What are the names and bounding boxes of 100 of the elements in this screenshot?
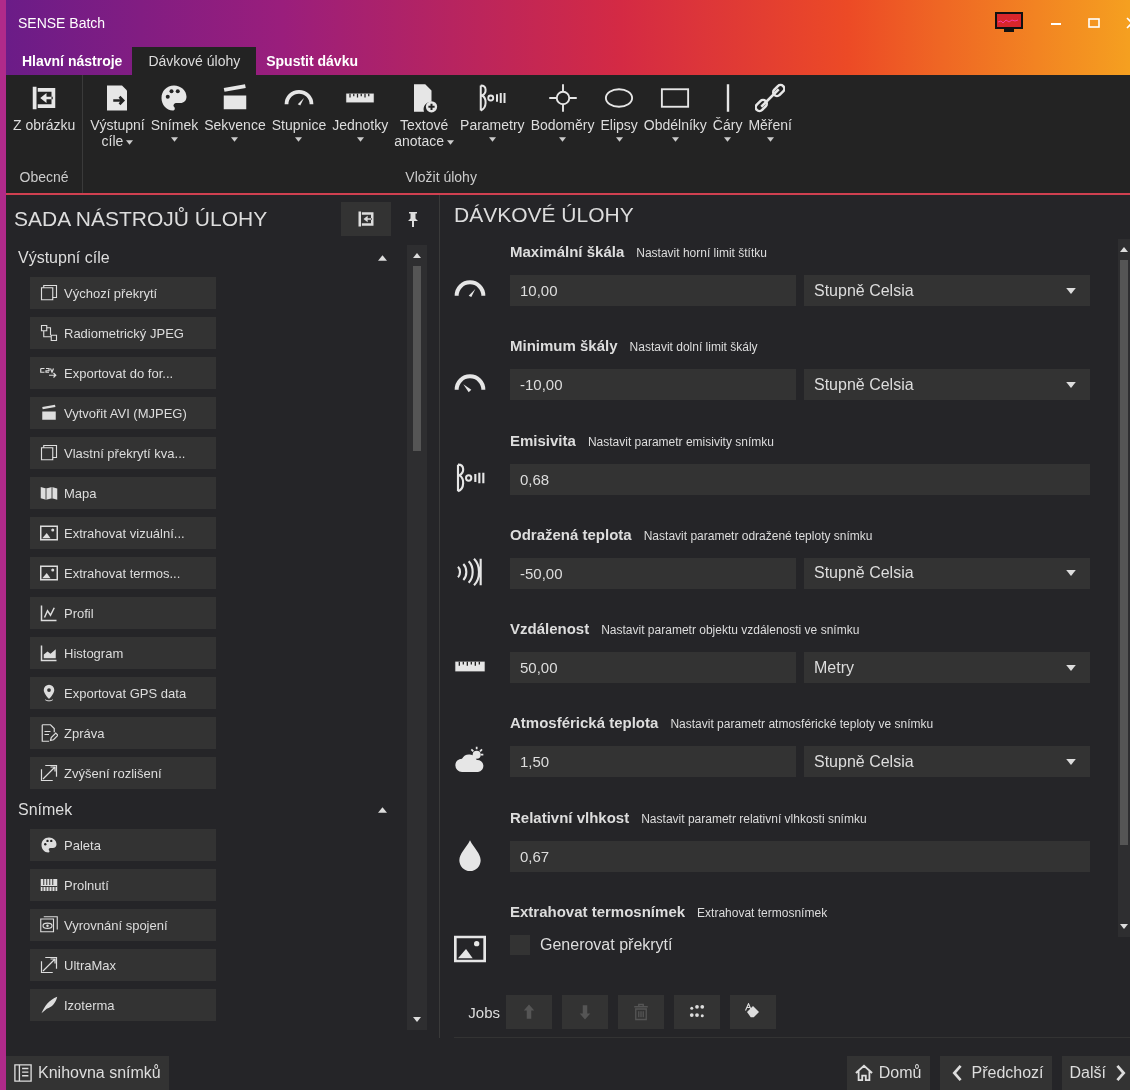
ribbon-button[interactable]: Výstupní cíle (87, 83, 148, 149)
caret-icon (1066, 758, 1076, 765)
job-description: Nastavit parametr emisivity snímku (587, 434, 774, 449)
ribbon-button[interactable]: Elipsy (597, 83, 641, 142)
tool-item[interactable]: Výchozí překrytí (30, 277, 216, 309)
tool-item[interactable]: Mapa (30, 477, 216, 509)
job-description: Nastavit parametr odražené teploty snímku (643, 528, 873, 543)
tool-item[interactable]: Vlastní překrytí kva... (30, 437, 216, 469)
previous-button[interactable]: Předchozí (939, 1056, 1052, 1090)
clapperboard-icon (40, 404, 58, 422)
job-description: Nastavit parametr objektu vzdálenosti ve snímku (601, 623, 860, 637)
crosshair-icon (547, 83, 578, 113)
piano-icon (40, 876, 58, 894)
value-field[interactable]: 0,67 (510, 840, 1090, 872)
scroll-down-icon[interactable] (1120, 924, 1128, 929)
caret-icon (1066, 381, 1076, 388)
tool-item[interactable]: UltraMax (30, 949, 216, 981)
link-icon (755, 83, 786, 113)
panel-title: SADA NÁSTROJŮ ÚLOHY (14, 207, 269, 231)
ribbon-button[interactable]: Měření (745, 83, 795, 142)
tool-item[interactable]: Radiometrický JPEG (30, 317, 216, 349)
unit-dropdown[interactable]: Metry (804, 652, 1090, 683)
tool-item[interactable]: Exportovat do for... (30, 357, 216, 389)
scrollbar[interactable] (1118, 239, 1130, 937)
tool-item[interactable]: Vytvořit AVI (MJPEG) (30, 397, 216, 429)
value-field[interactable]: 10,00 (510, 275, 796, 306)
ribbon-button[interactable]: Čáry (709, 83, 746, 142)
resize-icon (40, 764, 58, 782)
value-field[interactable]: 0,68 (510, 463, 1090, 495)
group-label: Obecné (19, 169, 69, 187)
ribbon-button[interactable]: Bodoměry (527, 83, 598, 142)
feather-icon (40, 996, 58, 1014)
ribbon-button[interactable]: Parametry (457, 83, 528, 142)
job-tool-button[interactable] (674, 995, 720, 1029)
group-label: Vložit úlohy (405, 169, 477, 187)
collapse-icon[interactable] (378, 255, 387, 261)
tool-item[interactable]: Prolnutí (30, 869, 216, 901)
panel-title: DÁVKOVÉ ÚLOHY (454, 203, 635, 228)
scrollbar[interactable] (407, 245, 427, 1030)
tool-item[interactable]: Zpráva (30, 717, 216, 749)
ribbon-button[interactable]: Obdélníky (640, 83, 710, 142)
library-button[interactable]: Knihovna snímků (6, 1056, 169, 1090)
tool-item[interactable]: Izoterma (30, 989, 216, 1021)
next-button[interactable]: Další (1061, 1056, 1130, 1090)
job-title: Vzdálenost (510, 620, 590, 637)
unit-dropdown[interactable]: Stupně Celsia (804, 275, 1090, 306)
section-title: Výstupní cíle (18, 249, 110, 267)
tool-item[interactable]: Extrahovat termos... (30, 557, 216, 589)
tool-item[interactable]: Vyrovnání spojení (30, 909, 216, 941)
pin-icon[interactable] (407, 210, 419, 228)
ribbon-tab[interactable]: Spustit dávku (256, 48, 368, 75)
overlay-icon (40, 284, 58, 302)
job-title: Emisivita (510, 431, 576, 449)
tool-item[interactable]: Extrahovat vizuální... (30, 517, 216, 549)
ribbon-button[interactable]: Sekvence (201, 83, 269, 142)
scroll-thumb[interactable] (413, 266, 421, 451)
tool-item[interactable]: Zvýšení rozlišení (30, 757, 216, 789)
window-title: SENSE Batch (18, 15, 106, 31)
line-icon (725, 83, 730, 113)
ribbon-tab[interactable]: Dávkové úlohy (132, 47, 257, 75)
job-description: Extrahovat termosnímek (697, 905, 828, 920)
section-title: Snímek (18, 801, 73, 819)
image-icon (40, 524, 58, 542)
scroll-thumb[interactable] (1120, 260, 1128, 845)
job-tool-button[interactable] (730, 995, 776, 1029)
palette-icon (40, 836, 58, 854)
value-field[interactable]: 1,50 (510, 746, 796, 778)
ruler-icon (454, 660, 486, 672)
scroll-down-icon[interactable] (413, 1017, 421, 1022)
unit-dropdown[interactable]: Stupně Celsia (804, 557, 1090, 589)
ribbon-button[interactable]: Jednotky (329, 83, 392, 142)
signal-wave-icon (477, 83, 508, 113)
unit-dropdown[interactable]: Stupně Celsia (804, 746, 1090, 778)
ribbon-button[interactable]: Stupnice (268, 83, 330, 142)
tool-item[interactable]: Paleta (30, 829, 216, 861)
ribbon-button[interactable]: Textové anotace (391, 83, 458, 149)
home-button[interactable]: Domů (846, 1056, 930, 1090)
job-title: Relativní vlhkost (510, 808, 630, 826)
trash-icon (632, 1003, 650, 1021)
unit-dropdown[interactable]: Stupně Celsia (804, 369, 1090, 401)
value-field[interactable]: -10,00 (510, 369, 796, 401)
job-title: Odražená teplota (510, 525, 632, 543)
tool-item[interactable]: Profil (30, 597, 216, 629)
scroll-up-icon[interactable] (1120, 247, 1128, 252)
value-field[interactable]: 50,00 (510, 652, 796, 683)
collapse-icon[interactable] (378, 807, 387, 813)
tool-item[interactable]: Exportovat GPS data (30, 677, 216, 709)
scroll-up-icon[interactable] (413, 253, 421, 258)
ribbon-tab[interactable]: Hlavní nástroje (12, 48, 133, 75)
eye-icon (40, 916, 58, 934)
return-button[interactable] (341, 202, 391, 236)
ribbon-button[interactable]: Z obrázku (10, 83, 79, 133)
tool-item[interactable]: Histogram (30, 637, 216, 669)
report-icon (40, 724, 58, 742)
home-icon (854, 1064, 873, 1082)
value-field[interactable]: -50,00 (510, 557, 796, 589)
job-description: Nastavit horní limit štítku (636, 246, 767, 260)
ribbon-button[interactable]: Snímek (147, 83, 202, 142)
resize-icon (40, 956, 58, 974)
area-chart-icon (40, 644, 58, 662)
